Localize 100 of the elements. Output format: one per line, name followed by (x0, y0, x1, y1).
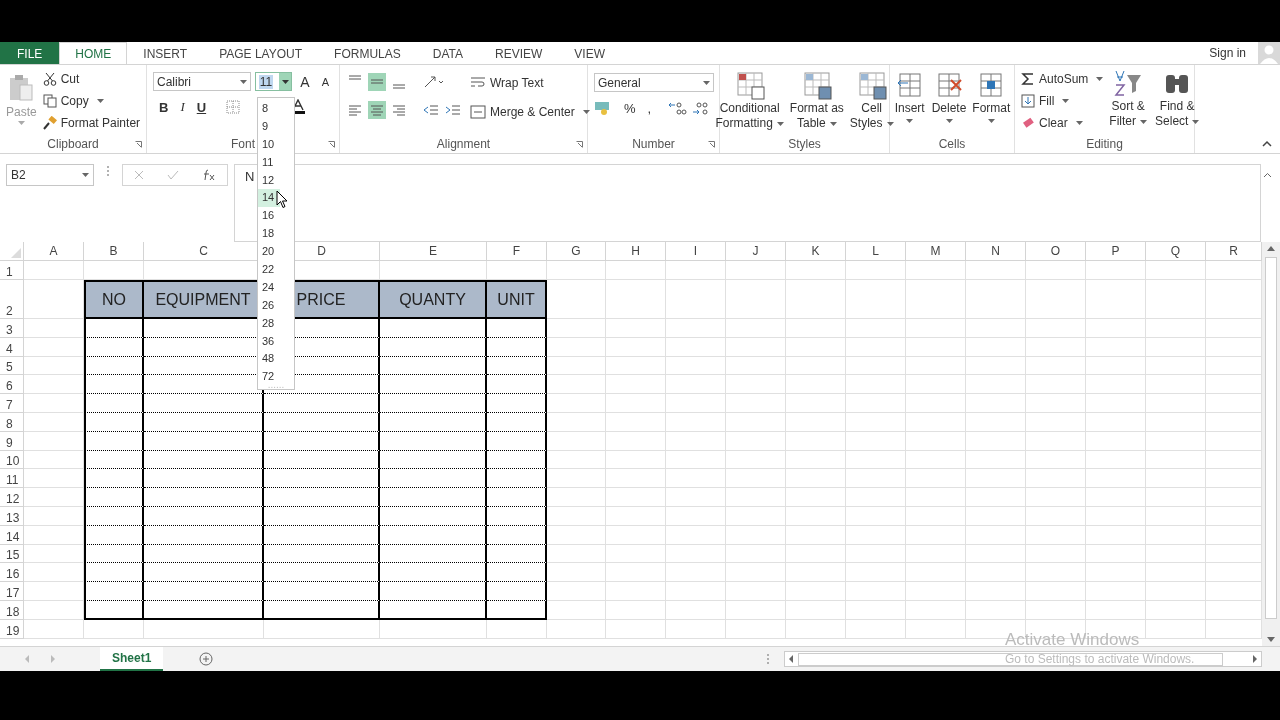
ribbon-tab[interactable]: DATA (416, 42, 479, 64)
column-header[interactable]: J (726, 242, 786, 261)
row-header[interactable]: 1 (0, 261, 24, 280)
row-header[interactable]: 18 (0, 600, 24, 620)
scroll-right-icon[interactable] (1252, 655, 1258, 663)
column-header[interactable]: Q (1146, 242, 1206, 261)
column-header[interactable]: G (547, 242, 606, 261)
select-all-icon[interactable] (11, 248, 21, 258)
increase-decimal-icon[interactable] (667, 100, 688, 116)
column-header[interactable]: L (846, 242, 906, 261)
grow-font-button[interactable]: A (296, 73, 314, 90)
row-header[interactable]: 8 (0, 413, 24, 432)
column-header[interactable]: B (84, 242, 144, 261)
row-header[interactable]: 11 (0, 469, 24, 489)
scroll-down-icon[interactable] (1267, 637, 1275, 642)
name-box[interactable]: B2 (6, 164, 94, 186)
italic-button[interactable]: I (176, 99, 189, 115)
row-header[interactable]: 2 (0, 280, 24, 319)
clear-button[interactable]: Clear (1021, 113, 1104, 132)
collapse-formula-bar-icon[interactable] (1263, 172, 1272, 178)
find-select-button[interactable]: Find & Select (1153, 69, 1202, 135)
column-header[interactable]: N (966, 242, 1026, 261)
font-size-option[interactable]: 12 (258, 171, 280, 190)
column-header[interactable]: A (24, 242, 84, 261)
row-header[interactable]: 3 (0, 319, 24, 338)
dialog-launcher-icon[interactable] (328, 141, 335, 148)
column-header[interactable]: H (606, 242, 666, 261)
dialog-launcher-icon[interactable] (708, 141, 715, 148)
font-size-option[interactable]: 9 (258, 117, 280, 136)
cancel-icon[interactable] (134, 170, 145, 180)
center-align-icon[interactable] (368, 101, 386, 119)
ribbon-tab[interactable]: PAGE LAYOUT (203, 42, 319, 64)
wrap-text-button[interactable]: Wrap Text (470, 73, 590, 92)
font-size-option[interactable]: 18 (258, 225, 280, 244)
row-header[interactable]: 7 (0, 394, 24, 413)
row-header[interactable]: 10 (0, 450, 24, 470)
ribbon-tab[interactable]: REVIEW (479, 42, 559, 64)
ribbon-tab[interactable]: INSERT (127, 42, 204, 64)
ribbon-tab[interactable]: HOME (59, 42, 128, 64)
dialog-launcher-icon[interactable] (576, 141, 583, 148)
number-format-field[interactable]: General (594, 73, 714, 92)
column-header[interactable]: I (666, 242, 726, 261)
sign-in-link[interactable]: Sign in (1209, 46, 1246, 60)
middle-align-icon[interactable] (368, 73, 386, 91)
row-header[interactable]: 12 (0, 488, 24, 507)
style-button[interactable]: Conditional Formatting (713, 71, 786, 135)
row-header[interactable]: 17 (0, 582, 24, 601)
comma-button[interactable]: , (643, 100, 656, 116)
ribbon-tab[interactable]: FILE (0, 42, 60, 64)
enter-icon[interactable] (167, 170, 179, 180)
style-button[interactable]: Format as Table (787, 71, 846, 135)
column-header[interactable]: E (380, 242, 487, 261)
row-header[interactable]: 15 (0, 544, 24, 564)
bold-button[interactable]: B (155, 99, 173, 115)
vertical-scrollbar[interactable] (1262, 242, 1280, 646)
add-sheet-icon[interactable] (199, 652, 214, 666)
sort-filter-button[interactable]: Sort & Filter (1107, 69, 1150, 135)
format-painter-button[interactable]: Format Painter (42, 113, 141, 132)
column-header[interactable]: P (1086, 242, 1146, 261)
next-sheet-icon[interactable] (50, 655, 56, 663)
font-size-option[interactable]: 10 (258, 135, 280, 154)
font-size-option[interactable]: 72 (258, 368, 280, 387)
shrink-font-button[interactable]: A (317, 75, 333, 88)
avatar-icon[interactable] (1258, 42, 1280, 64)
scrollbar-thumb[interactable] (1265, 257, 1277, 619)
row-header[interactable]: 4 (0, 337, 24, 357)
row-header[interactable]: 5 (0, 356, 24, 376)
previous-sheet-icon[interactable] (24, 655, 30, 663)
scroll-up-icon[interactable] (1267, 246, 1275, 251)
autosum-button[interactable]: AutoSum (1021, 69, 1104, 88)
underline-button[interactable]: U (192, 99, 211, 115)
row-header[interactable]: 19 (0, 619, 24, 639)
fill-button[interactable]: Fill (1021, 91, 1104, 110)
ribbon-tab[interactable]: FORMULAS (318, 42, 417, 64)
row-header[interactable]: 13 (0, 506, 24, 526)
merge-center-button[interactable]: Merge & Center (470, 102, 590, 121)
column-header[interactable]: O (1026, 242, 1086, 261)
cells-button[interactable]: Delete (929, 71, 969, 135)
row-header[interactable]: 6 (0, 375, 24, 395)
collapse-ribbon-icon[interactable] (1262, 140, 1272, 147)
row-header[interactable]: 9 (0, 431, 24, 451)
column-header[interactable]: F (487, 242, 547, 261)
cells-button[interactable]: Format (970, 71, 1013, 135)
percent-button[interactable]: % (620, 100, 640, 116)
font-size-option[interactable]: 48 (258, 350, 280, 369)
cut-button[interactable]: Cut (42, 69, 141, 88)
scroll-left-icon[interactable] (788, 655, 794, 663)
font-size-option[interactable]: 16 (258, 207, 280, 226)
copy-button[interactable]: Copy (42, 91, 141, 110)
row-header[interactable]: 16 (0, 563, 24, 583)
row-header[interactable]: 14 (0, 525, 24, 545)
scrollbar-thumb[interactable] (798, 652, 1223, 666)
font-size-option[interactable]: 22 (258, 261, 280, 279)
column-header[interactable]: M (906, 242, 966, 261)
font-name-field[interactable]: Calibri (153, 72, 251, 91)
dialog-launcher-icon[interactable] (135, 141, 142, 148)
ribbon-tab[interactable]: VIEW (558, 42, 621, 64)
insert-function-icon[interactable] (201, 169, 216, 181)
font-size-field[interactable]: 11 (254, 72, 293, 91)
sheet-tab[interactable]: Sheet1 (100, 647, 164, 671)
